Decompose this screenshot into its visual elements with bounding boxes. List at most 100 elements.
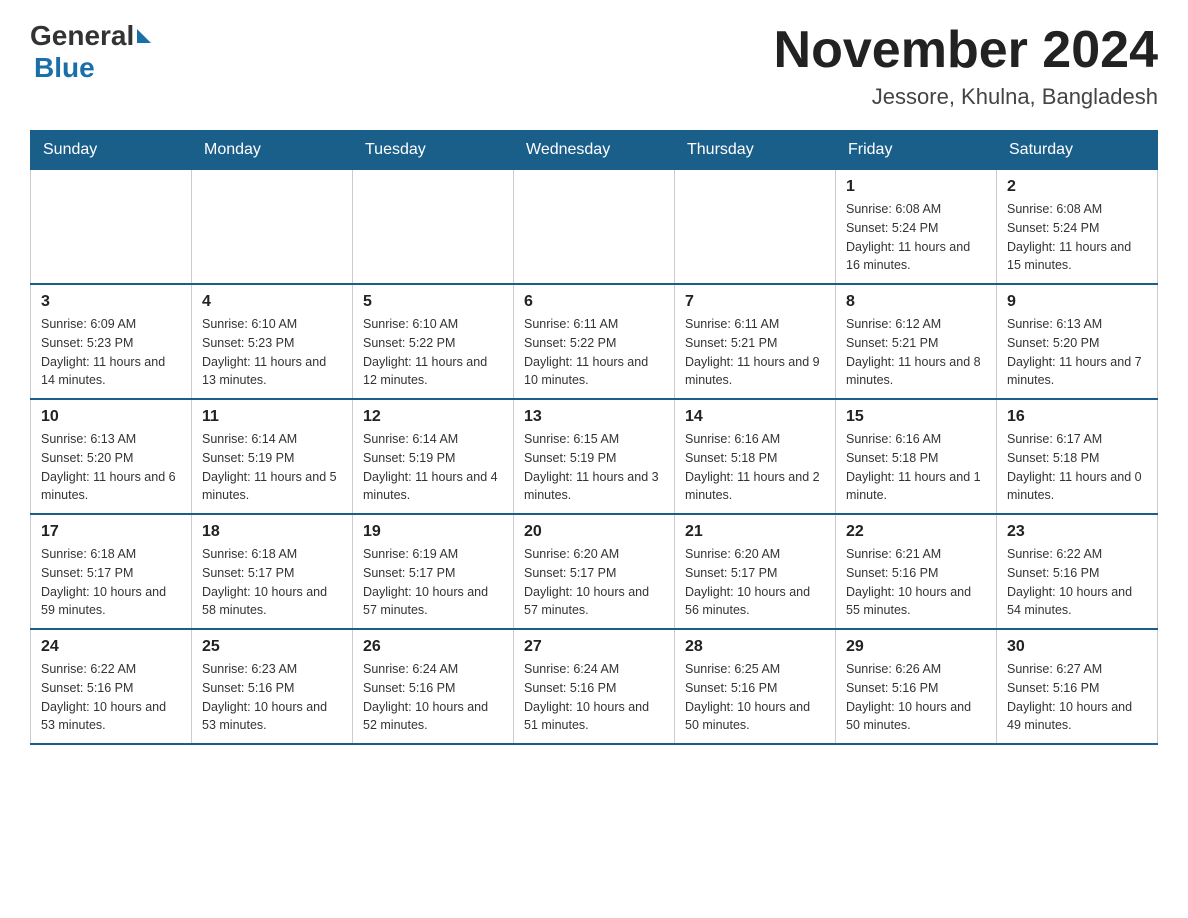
day-number: 13 [524, 408, 664, 426]
calendar-cell: 23 Sunrise: 6:22 AMSunset: 5:16 PMDayligh… [997, 514, 1158, 629]
calendar-cell: 12Sunrise: 6:14 AMSunset: 5:19 PMDayligh… [353, 399, 514, 514]
day-info: Sunrise: 6:16 AMSunset: 5:18 PMDaylight:… [846, 430, 986, 505]
calendar-cell: 14Sunrise: 6:16 AMSunset: 5:18 PMDayligh… [675, 399, 836, 514]
day-number: 16 [1007, 408, 1147, 426]
day-number: 3 [41, 293, 181, 311]
day-info: Sunrise: 6:13 AMSunset: 5:20 PMDaylight:… [41, 430, 181, 505]
logo-general-text: General [30, 20, 151, 52]
calendar-week-row: 3 Sunrise: 6:09 AMSunset: 5:23 PMDaylight… [31, 284, 1158, 399]
day-info: Sunrise: 6:17 AMSunset: 5:18 PMDaylight:… [1007, 430, 1147, 505]
day-number: 1 [846, 178, 986, 196]
day-number: 9 [1007, 293, 1147, 311]
day-info: Sunrise: 6:20 AMSunset: 5:17 PMDaylight:… [524, 545, 664, 620]
calendar-cell: 18 Sunrise: 6:18 AMSunset: 5:17 PMDayligh… [192, 514, 353, 629]
day-number: 24 [41, 638, 181, 656]
logo-arrow-icon [137, 29, 151, 43]
calendar-cell: 1 Sunrise: 6:08 AMSunset: 5:24 PMDaylight… [836, 170, 997, 285]
day-info: Sunrise: 6:12 AMSunset: 5:21 PMDaylight:… [846, 315, 986, 390]
calendar-cell: 5Sunrise: 6:10 AMSunset: 5:22 PMDaylight… [353, 284, 514, 399]
calendar-cell: 3 Sunrise: 6:09 AMSunset: 5:23 PMDaylight… [31, 284, 192, 399]
calendar-header-row: SundayMondayTuesdayWednesdayThursdayFrid… [31, 131, 1158, 170]
calendar-cell [675, 170, 836, 285]
calendar-cell: 13 Sunrise: 6:15 AMSunset: 5:19 PMDayligh… [514, 399, 675, 514]
calendar-table: SundayMondayTuesdayWednesdayThursdayFrid… [30, 130, 1158, 745]
day-number: 19 [363, 523, 503, 541]
day-info: Sunrise: 6:14 AMSunset: 5:19 PMDaylight:… [202, 430, 342, 505]
calendar-cell: 10Sunrise: 6:13 AMSunset: 5:20 PMDayligh… [31, 399, 192, 514]
day-number: 12 [363, 408, 503, 426]
day-info: Sunrise: 6:22 AMSunset: 5:16 PMDaylight:… [1007, 545, 1147, 620]
day-number: 6 [524, 293, 664, 311]
day-number: 18 [202, 523, 342, 541]
day-info: Sunrise: 6:18 AMSunset: 5:17 PMDaylight:… [41, 545, 181, 620]
calendar-header-monday: Monday [192, 131, 353, 170]
calendar-cell [514, 170, 675, 285]
calendar-cell: 7Sunrise: 6:11 AMSunset: 5:21 PMDaylight… [675, 284, 836, 399]
calendar-header-saturday: Saturday [997, 131, 1158, 170]
calendar-cell: 15 Sunrise: 6:16 AMSunset: 5:18 PMDayligh… [836, 399, 997, 514]
day-number: 22 [846, 523, 986, 541]
day-info: Sunrise: 6:26 AMSunset: 5:16 PMDaylight:… [846, 660, 986, 735]
day-number: 21 [685, 523, 825, 541]
month-year-title: November 2024 [774, 20, 1158, 80]
calendar-cell: 21 Sunrise: 6:20 AMSunset: 5:17 PMDayligh… [675, 514, 836, 629]
day-number: 28 [685, 638, 825, 656]
calendar-week-row: 1 Sunrise: 6:08 AMSunset: 5:24 PMDaylight… [31, 170, 1158, 285]
calendar-cell: 6 Sunrise: 6:11 AMSunset: 5:22 PMDaylight… [514, 284, 675, 399]
calendar-cell: 9 Sunrise: 6:13 AMSunset: 5:20 PMDaylight… [997, 284, 1158, 399]
calendar-header-wednesday: Wednesday [514, 131, 675, 170]
day-info: Sunrise: 6:27 AMSunset: 5:16 PMDaylight:… [1007, 660, 1147, 735]
day-number: 29 [846, 638, 986, 656]
location-subtitle: Jessore, Khulna, Bangladesh [774, 84, 1158, 110]
day-info: Sunrise: 6:08 AMSunset: 5:24 PMDaylight:… [846, 200, 986, 275]
calendar-cell: 24 Sunrise: 6:22 AMSunset: 5:16 PMDayligh… [31, 629, 192, 744]
day-info: Sunrise: 6:25 AMSunset: 5:16 PMDaylight:… [685, 660, 825, 735]
logo: General Blue [30, 20, 151, 84]
day-info: Sunrise: 6:22 AMSunset: 5:16 PMDaylight:… [41, 660, 181, 735]
calendar-cell: 25 Sunrise: 6:23 AMSunset: 5:16 PMDayligh… [192, 629, 353, 744]
calendar-cell: 26Sunrise: 6:24 AMSunset: 5:16 PMDayligh… [353, 629, 514, 744]
day-info: Sunrise: 6:18 AMSunset: 5:17 PMDaylight:… [202, 545, 342, 620]
page-header: General Blue November 2024 Jessore, Khul… [30, 20, 1158, 110]
day-info: Sunrise: 6:09 AMSunset: 5:23 PMDaylight:… [41, 315, 181, 390]
calendar-week-row: 10Sunrise: 6:13 AMSunset: 5:20 PMDayligh… [31, 399, 1158, 514]
calendar-header-thursday: Thursday [675, 131, 836, 170]
day-number: 30 [1007, 638, 1147, 656]
day-info: Sunrise: 6:08 AMSunset: 5:24 PMDaylight:… [1007, 200, 1147, 275]
day-info: Sunrise: 6:15 AMSunset: 5:19 PMDaylight:… [524, 430, 664, 505]
day-info: Sunrise: 6:21 AMSunset: 5:16 PMDaylight:… [846, 545, 986, 620]
day-info: Sunrise: 6:20 AMSunset: 5:17 PMDaylight:… [685, 545, 825, 620]
day-number: 15 [846, 408, 986, 426]
day-number: 7 [685, 293, 825, 311]
calendar-cell: 11Sunrise: 6:14 AMSunset: 5:19 PMDayligh… [192, 399, 353, 514]
calendar-cell: 16 Sunrise: 6:17 AMSunset: 5:18 PMDayligh… [997, 399, 1158, 514]
calendar-week-row: 17 Sunrise: 6:18 AMSunset: 5:17 PMDayligh… [31, 514, 1158, 629]
day-number: 23 [1007, 523, 1147, 541]
day-info: Sunrise: 6:19 AMSunset: 5:17 PMDaylight:… [363, 545, 503, 620]
calendar-cell: 4Sunrise: 6:10 AMSunset: 5:23 PMDaylight… [192, 284, 353, 399]
day-number: 20 [524, 523, 664, 541]
calendar-cell: 19 Sunrise: 6:19 AMSunset: 5:17 PMDayligh… [353, 514, 514, 629]
day-info: Sunrise: 6:23 AMSunset: 5:16 PMDaylight:… [202, 660, 342, 735]
day-number: 17 [41, 523, 181, 541]
calendar-cell: 2Sunrise: 6:08 AMSunset: 5:24 PMDaylight… [997, 170, 1158, 285]
calendar-cell [192, 170, 353, 285]
day-info: Sunrise: 6:13 AMSunset: 5:20 PMDaylight:… [1007, 315, 1147, 390]
calendar-cell: 22 Sunrise: 6:21 AMSunset: 5:16 PMDayligh… [836, 514, 997, 629]
day-info: Sunrise: 6:10 AMSunset: 5:22 PMDaylight:… [363, 315, 503, 390]
day-number: 26 [363, 638, 503, 656]
calendar-cell: 28 Sunrise: 6:25 AMSunset: 5:16 PMDayligh… [675, 629, 836, 744]
logo-text-general: General [30, 20, 134, 52]
calendar-cell: 20 Sunrise: 6:20 AMSunset: 5:17 PMDayligh… [514, 514, 675, 629]
calendar-cell: 8 Sunrise: 6:12 AMSunset: 5:21 PMDaylight… [836, 284, 997, 399]
calendar-cell: 30 Sunrise: 6:27 AMSunset: 5:16 PMDayligh… [997, 629, 1158, 744]
calendar-header-sunday: Sunday [31, 131, 192, 170]
calendar-cell [353, 170, 514, 285]
day-info: Sunrise: 6:16 AMSunset: 5:18 PMDaylight:… [685, 430, 825, 505]
day-number: 4 [202, 293, 342, 311]
day-number: 8 [846, 293, 986, 311]
day-info: Sunrise: 6:24 AMSunset: 5:16 PMDaylight:… [524, 660, 664, 735]
day-number: 25 [202, 638, 342, 656]
calendar-cell: 27Sunrise: 6:24 AMSunset: 5:16 PMDayligh… [514, 629, 675, 744]
day-info: Sunrise: 6:11 AMSunset: 5:22 PMDaylight:… [524, 315, 664, 390]
